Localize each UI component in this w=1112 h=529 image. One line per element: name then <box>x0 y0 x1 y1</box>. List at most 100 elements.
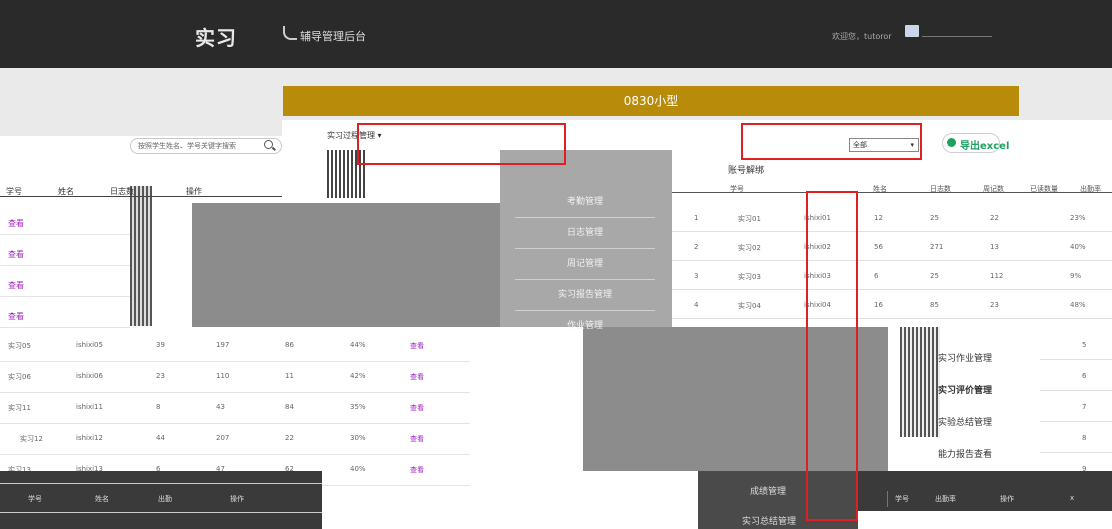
table-cell: 实习04 <box>738 302 761 310</box>
highlight-box-menu <box>357 123 566 165</box>
table-row-divider <box>1040 359 1112 360</box>
process-menu-item[interactable]: 实习报告管理 <box>515 287 655 300</box>
view-link[interactable]: 查看 <box>8 280 24 291</box>
view-link[interactable]: 查看 <box>410 372 424 382</box>
table-row-divider <box>1040 452 1112 453</box>
welcome-text: 欢迎您，tutoror <box>832 32 892 41</box>
table-row-divider <box>0 327 130 328</box>
view-link[interactable]: 查看 <box>8 311 24 322</box>
table-cell: 实习02 <box>738 244 761 252</box>
table-cell: 2 <box>694 243 699 251</box>
table-cell: 1 <box>694 214 699 222</box>
table-row-divider <box>672 231 1112 232</box>
table-cell: 22 <box>285 434 294 442</box>
overlay-stripes-left <box>130 186 152 326</box>
bottom-column-label: 操作 <box>230 495 244 503</box>
table-cell: 271 <box>930 243 944 251</box>
bottom-column-label: 学号 <box>28 495 42 503</box>
table-cell: 35% <box>350 403 366 411</box>
bottom-menu-item[interactable]: 实习总结管理 <box>742 514 796 527</box>
table-cell: 实习11 <box>8 404 31 412</box>
table-cell: 25 <box>930 214 939 222</box>
export-icon <box>947 138 956 147</box>
table-cell: 23 <box>990 301 999 309</box>
table-cell: ishixi12 <box>76 434 103 442</box>
table-row-divider <box>1040 421 1112 422</box>
table-cell: ishixi05 <box>76 341 103 349</box>
overlay-block <box>192 203 500 327</box>
row-index: 7 <box>1082 403 1087 411</box>
view-link[interactable]: 查看 <box>410 403 424 413</box>
table-row-divider <box>0 454 470 455</box>
search-placeholder: 按照学生姓名、学号关键字搜索 <box>138 142 236 150</box>
table-cell: 实习01 <box>738 215 761 223</box>
process-menu-item[interactable]: 日志管理 <box>515 225 655 238</box>
table-cell: 实习06 <box>8 373 31 381</box>
bottom-bar-right <box>858 471 1112 511</box>
table-cell: 44 <box>156 434 165 442</box>
table-cell: 实习03 <box>738 273 761 281</box>
side-menu-item[interactable]: 实习评价管理 <box>938 383 992 396</box>
table-row-divider <box>0 265 130 266</box>
process-menu-divider <box>515 310 655 311</box>
table-cell: 30% <box>350 434 366 442</box>
view-link[interactable]: 查看 <box>410 465 424 475</box>
process-menu-item[interactable]: 周记管理 <box>515 256 655 269</box>
table-cell: 84 <box>285 403 294 411</box>
bottom-accent <box>887 491 888 507</box>
process-menu-divider <box>515 217 655 218</box>
side-menu-item[interactable]: 实习作业管理 <box>938 351 992 364</box>
table-cell: 44% <box>350 341 366 349</box>
table-cell: 23% <box>1070 214 1086 222</box>
sub-header-left <box>0 120 282 136</box>
table-cell: 110 <box>216 372 230 380</box>
search-icon[interactable] <box>264 140 273 149</box>
top-navbar <box>0 0 1112 68</box>
logo[interactable]: 实习 <box>195 22 237 51</box>
table-cell: 40% <box>350 465 366 473</box>
table-cell: 23 <box>156 372 165 380</box>
table-cell: 3 <box>694 272 699 280</box>
process-dropdown-panel <box>500 150 672 327</box>
table-cell: 16 <box>874 301 883 309</box>
process-menu-divider <box>515 248 655 249</box>
view-link[interactable]: 查看 <box>410 341 424 351</box>
table-cell: 实习12 <box>20 435 43 443</box>
table-cell: 11 <box>285 372 294 380</box>
side-menu-item[interactable]: 能力报告查看 <box>938 447 992 460</box>
table-cell: ishixi06 <box>76 372 103 380</box>
account-unbind-button[interactable]: 账号解绑 <box>728 163 764 176</box>
table-cell: 40% <box>1070 243 1086 251</box>
row-index: 8 <box>1082 434 1087 442</box>
table-row-divider <box>0 234 130 235</box>
table-row-divider <box>672 318 1112 319</box>
table-row-divider <box>0 296 130 297</box>
row-index: 5 <box>1082 341 1087 349</box>
table-cell: 43 <box>216 403 225 411</box>
bottom-menu-item[interactable]: 成绩管理 <box>750 484 786 497</box>
table-cell: 25 <box>930 272 939 280</box>
view-link[interactable]: 查看 <box>410 434 424 444</box>
table-row-divider <box>0 361 470 362</box>
table-cell: 实习05 <box>8 342 31 350</box>
process-menu-item[interactable]: 考勤管理 <box>515 194 655 207</box>
user-avatar[interactable] <box>905 25 919 37</box>
view-link[interactable]: 查看 <box>8 218 24 229</box>
table-cell: 48% <box>1070 301 1086 309</box>
table-cell: 9% <box>1070 272 1082 280</box>
table-cell: ishixi11 <box>76 403 103 411</box>
highlight-box-select <box>741 123 922 160</box>
table-row-divider <box>672 260 1112 261</box>
left-header-divider <box>0 196 282 197</box>
bottom-column-label: 出勤率 <box>935 495 956 503</box>
table-row-divider <box>0 392 470 393</box>
process-menu-divider <box>515 279 655 280</box>
table-row-divider <box>672 289 1112 290</box>
table-row-divider <box>1040 390 1112 391</box>
process-menu-item[interactable]: 作业管理 <box>515 318 655 331</box>
group-title-bar: 0830小型 <box>283 86 1019 116</box>
view-link[interactable]: 查看 <box>8 249 24 260</box>
bottom-column-label: 姓名 <box>95 495 109 503</box>
table-cell: 6 <box>874 272 879 280</box>
side-menu-item[interactable]: 实验总结管理 <box>938 415 992 428</box>
